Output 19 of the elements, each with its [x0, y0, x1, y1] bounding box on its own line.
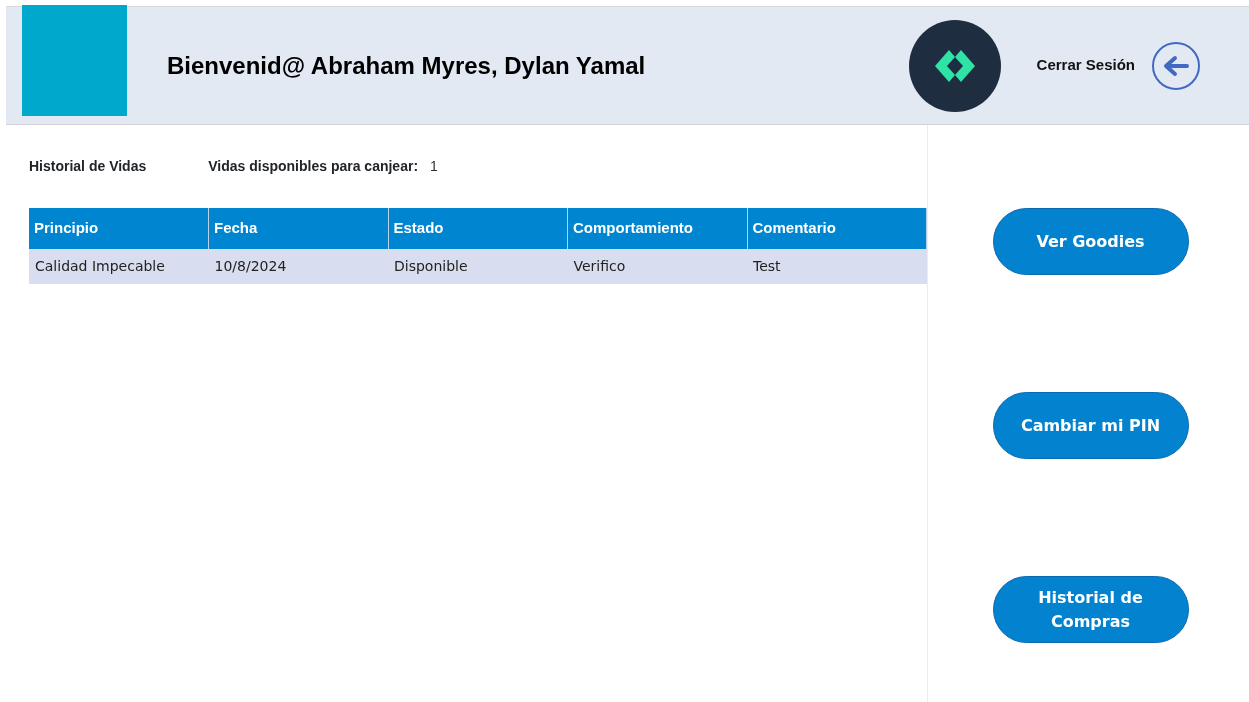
welcome-title: Bienvenid@ Abraham Myres, Dylan Yamal [167, 50, 646, 81]
table-cell: Calidad Impecable [29, 248, 209, 284]
available-label: Vidas disponibles para canjear: [208, 157, 419, 176]
section-title: Historial de Vidas [29, 157, 147, 176]
action-button[interactable]: Cambiar mi PIN [992, 392, 1189, 459]
column-header: Fecha [208, 208, 388, 249]
column-header: Principio [29, 208, 209, 249]
action-button[interactable]: Historial de Compras [992, 576, 1189, 643]
column-header: Comentario [747, 208, 927, 249]
table-cell: Test [747, 248, 927, 284]
table-cell: Disponible [388, 248, 568, 284]
column-header: Comportamiento [567, 208, 747, 249]
column-header: Estado [388, 208, 568, 249]
table-cell: Verifico [567, 248, 747, 284]
action-button[interactable]: Ver Goodies [992, 208, 1189, 275]
logout-link[interactable]: Cerrar Sesión [1036, 54, 1135, 77]
table-cell: 10/8/2024 [208, 248, 388, 284]
code-logo-icon [908, 19, 1001, 112]
available-count: 1 [430, 157, 438, 176]
